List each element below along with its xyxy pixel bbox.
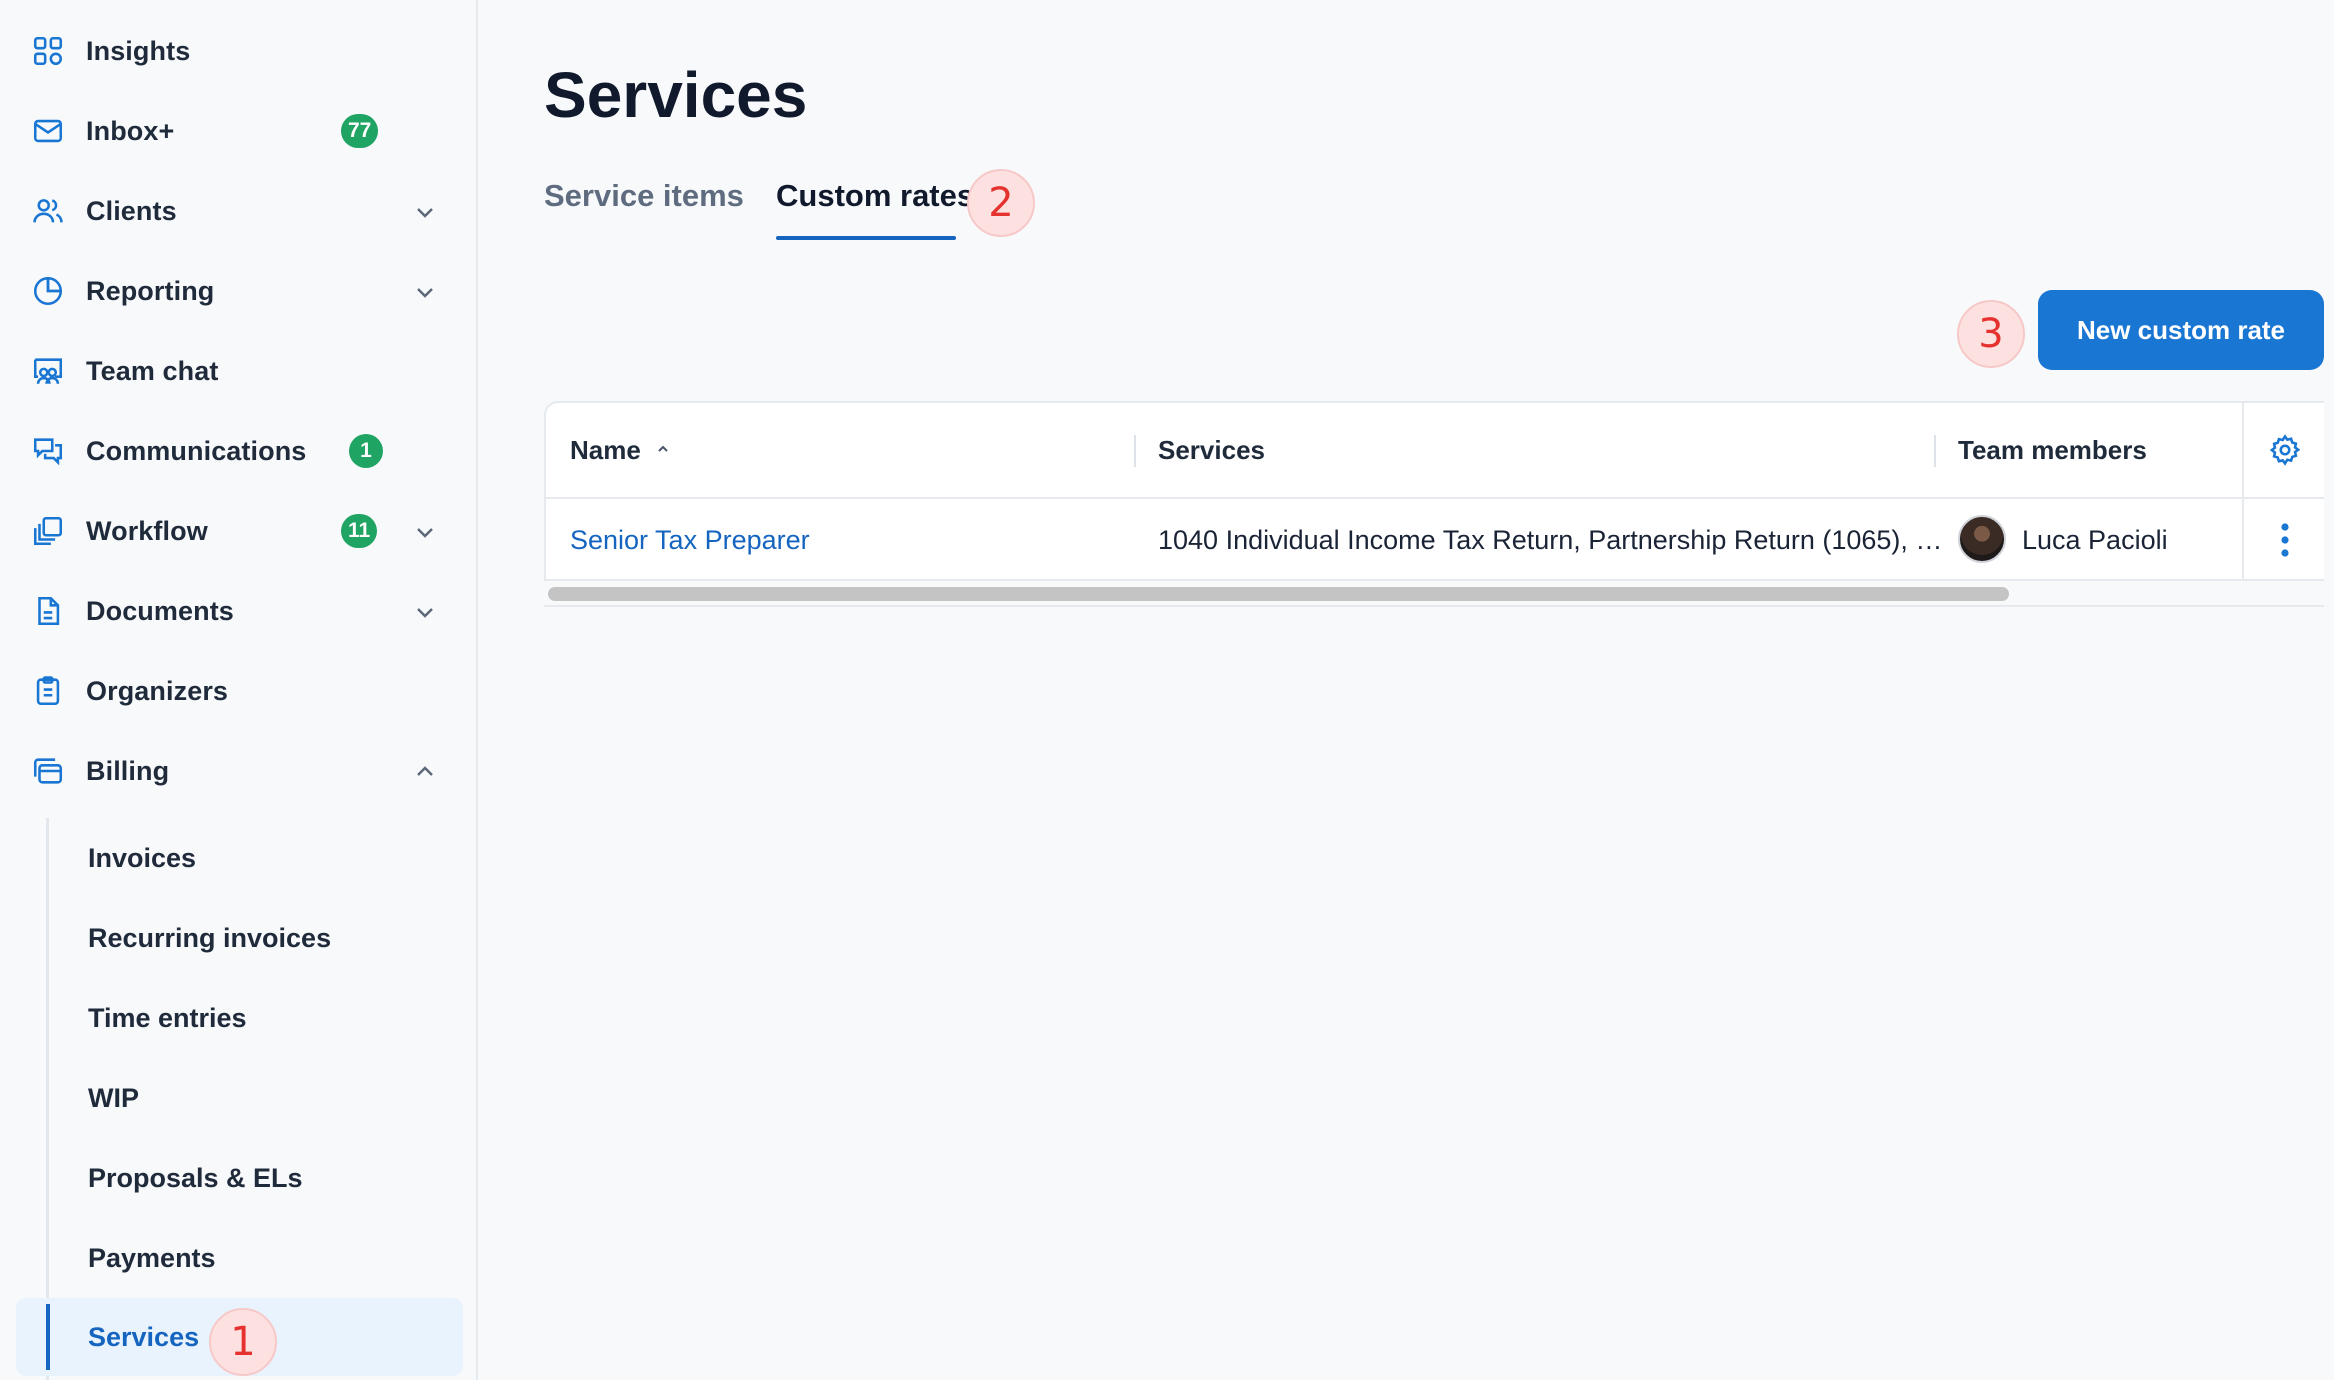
sidebar-item-communications[interactable]: Communications 1 [18, 416, 463, 486]
sidebar-item-label: Insights [86, 35, 191, 66]
chevron-down-icon[interactable] [413, 520, 437, 544]
sidebar-subitem-label: Invoices [88, 842, 197, 873]
grid-icon [30, 33, 66, 69]
sidebar-subitem-wip[interactable]: WIP [54, 1063, 463, 1133]
sidebar-item-team-chat[interactable]: Team chat [18, 336, 463, 406]
notification-badge: 1 [349, 434, 383, 468]
sidebar-item-workflow[interactable]: Workflow 11 [18, 496, 463, 566]
services-cell: 1040 Individual Income Tax Return, Partn… [1158, 525, 1943, 555]
notification-badge: 11 [341, 514, 378, 548]
sidebar-subitem-invoices[interactable]: Invoices [54, 823, 463, 893]
sidebar-item-billing[interactable]: Billing [18, 736, 463, 806]
step-marker-2: 2 [967, 169, 1035, 237]
chevron-down-icon[interactable] [413, 200, 437, 224]
scrollbar-thumb[interactable] [548, 587, 2009, 601]
column-divider[interactable] [1934, 435, 1936, 467]
gear-icon[interactable] [2268, 433, 2302, 467]
sidebar-item-label: Organizers [86, 675, 229, 706]
column-header-services[interactable]: Services [1158, 435, 1265, 466]
tab-service-items[interactable]: Service items [544, 178, 744, 214]
table-header: Name Services Team members [546, 403, 2324, 499]
sidebar-item-label: Workflow [86, 515, 208, 546]
sidebar-item-label: Inbox+ [86, 115, 175, 146]
step-marker-3: 3 [1957, 300, 2025, 368]
clipboard-icon [30, 673, 66, 709]
team-member-name: Luca Pacioli [2022, 525, 2168, 555]
sidebar-item-label: Communications [86, 435, 307, 466]
billing-icon [30, 753, 66, 789]
sidebar-item-insights[interactable]: Insights [18, 16, 463, 86]
sidebar-subitem-label: WIP [88, 1082, 139, 1113]
sidebar: Insights Inbox+ 77 Clients Reporting Tea… [0, 0, 478, 1380]
chevron-up-icon[interactable] [413, 760, 437, 784]
sidebar-subitem-payments[interactable]: Payments [54, 1223, 463, 1293]
pie-chart-icon [30, 273, 66, 309]
new-custom-rate-button[interactable]: New custom rate [2038, 290, 2324, 370]
sidebar-item-label: Documents [86, 595, 234, 626]
sidebar-item-label: Team chat [86, 355, 219, 386]
sidebar-item-reporting[interactable]: Reporting [18, 256, 463, 326]
sidebar-item-documents[interactable]: Documents [18, 576, 463, 646]
sort-ascending-icon[interactable] [656, 443, 670, 455]
mail-icon [30, 113, 66, 149]
page-title: Services [544, 59, 808, 131]
sidebar-item-label: Reporting [86, 275, 215, 306]
chat-bubbles-icon [30, 433, 66, 469]
submenu-guide-line [46, 818, 49, 1380]
workflow-icon [30, 513, 66, 549]
tab-custom-rates[interactable]: Custom rates [776, 178, 974, 214]
active-tab-indicator [776, 236, 956, 240]
column-header-team-members[interactable]: Team members [1958, 435, 2147, 466]
more-options-icon[interactable] [2272, 521, 2298, 559]
horizontal-scrollbar[interactable] [544, 583, 2324, 607]
sidebar-item-clients[interactable]: Clients [18, 176, 463, 246]
sidebar-subitem-label: Time entries [88, 1002, 247, 1033]
chevron-down-icon[interactable] [413, 280, 437, 304]
table-row[interactable]: Senior Tax Preparer 1040 Individual Inco… [546, 499, 2324, 579]
sidebar-item-label: Clients [86, 195, 177, 226]
avatar [1958, 515, 2006, 563]
column-header-name[interactable]: Name [570, 435, 641, 466]
sidebar-subitem-proposals[interactable]: Proposals & ELs [54, 1143, 463, 1213]
chevron-down-icon[interactable] [413, 600, 437, 624]
sidebar-item-inbox[interactable]: Inbox+ 77 [18, 96, 463, 166]
sidebar-subitem-time-entries[interactable]: Time entries [54, 983, 463, 1053]
step-marker-1: 1 [209, 1308, 277, 1376]
active-indicator [46, 1304, 50, 1370]
sidebar-subitem-label: Payments [88, 1242, 216, 1273]
team-chat-icon [30, 353, 66, 389]
rate-name-link[interactable]: Senior Tax Preparer [570, 525, 810, 556]
users-icon [30, 193, 66, 229]
unread-count-badge: 77 [341, 114, 379, 148]
sidebar-subitem-label: Services [88, 1321, 200, 1352]
sidebar-subitem-label: Proposals & ELs [88, 1162, 303, 1193]
sidebar-item-organizers[interactable]: Organizers [18, 656, 463, 726]
sidebar-subitem-label: Recurring invoices [88, 922, 332, 953]
document-icon [30, 593, 66, 629]
sidebar-subitem-recurring-invoices[interactable]: Recurring invoices [54, 903, 463, 973]
custom-rates-table: Name Services Team members Senior Tax Pr… [544, 401, 2324, 581]
sidebar-item-label: Billing [86, 755, 170, 786]
column-divider[interactable] [1134, 435, 1136, 467]
